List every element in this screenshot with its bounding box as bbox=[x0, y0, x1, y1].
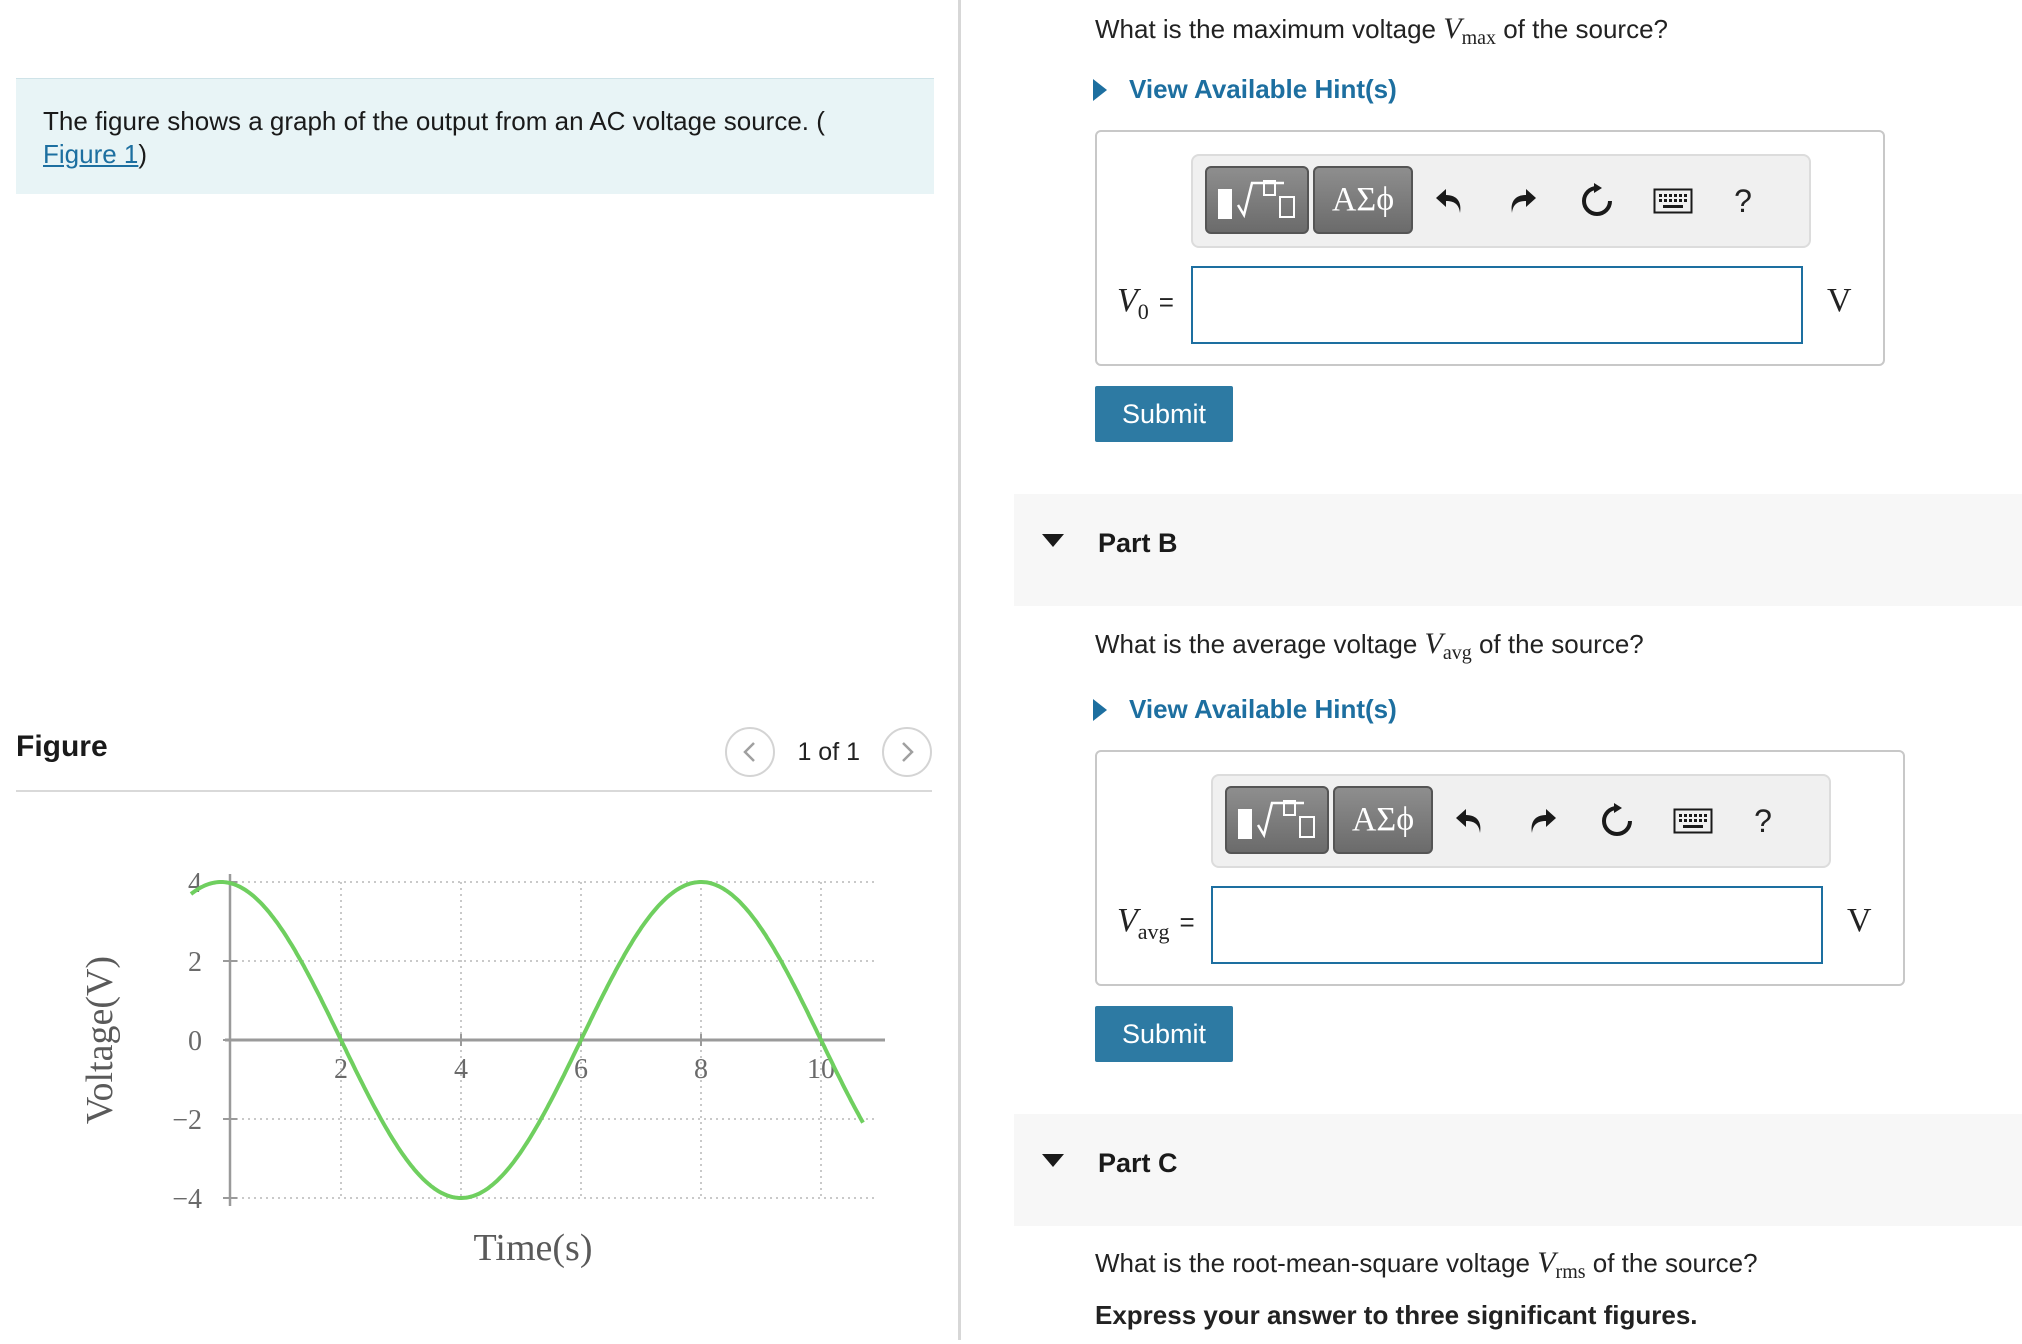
help-icon[interactable]: ? bbox=[1719, 176, 1767, 226]
collapse-caret-icon bbox=[1042, 534, 1064, 547]
left-panel: The figure shows a graph of the output f… bbox=[0, 0, 960, 1344]
partA-input-var: V bbox=[1117, 282, 1138, 319]
partC-var-sub: rms bbox=[1555, 1261, 1586, 1284]
y-tick-label: −2 bbox=[172, 1105, 202, 1136]
redo-icon[interactable] bbox=[1499, 176, 1547, 226]
partA-input-sub: 0 bbox=[1137, 298, 1149, 324]
partB-question-pre: What is the average voltage bbox=[1095, 629, 1425, 659]
x-tick-label: 8 bbox=[694, 1054, 708, 1085]
partB-header[interactable]: Part B bbox=[1014, 494, 2022, 606]
voltage-chart: 420−2−42 4 6 8 10Time(s)Voltage(V) bbox=[79, 868, 885, 1269]
partB-unit: V bbox=[1847, 902, 1872, 939]
expand-triangle-icon bbox=[1093, 78, 1107, 101]
templates-button[interactable] bbox=[1225, 786, 1329, 854]
figure-link[interactable]: Figure 1 bbox=[43, 139, 138, 169]
next-figure-button[interactable] bbox=[882, 727, 932, 777]
figure-header: Figure 1 of 1 bbox=[16, 726, 932, 792]
pager-text: 1 of 1 bbox=[797, 737, 860, 766]
figure-pager: 1 of 1 bbox=[725, 726, 932, 778]
partC-note: Express your answer to three significant… bbox=[1095, 1300, 1698, 1330]
y-tick-label: 2 bbox=[188, 947, 202, 978]
partA-var-sub: max bbox=[1461, 27, 1496, 50]
y-tick-label: 4 bbox=[188, 868, 202, 899]
partB-hint-link[interactable]: View Available Hint(s) bbox=[1093, 694, 1397, 725]
partB-question: What is the average voltage Vavg of the … bbox=[1095, 627, 1644, 665]
partA-eq: = bbox=[1158, 287, 1174, 317]
partA-question-post: of the source? bbox=[1496, 14, 1668, 44]
x-tick-label: 6 bbox=[574, 1054, 588, 1085]
partB-answer-box: ΑΣϕ ? Vavg = V bbox=[1095, 750, 1905, 986]
partB-eq: = bbox=[1179, 907, 1195, 937]
undo-icon[interactable] bbox=[1445, 796, 1493, 846]
partA-input-label: V0 = bbox=[1117, 282, 1174, 325]
partB-submit-button[interactable]: Submit bbox=[1095, 1006, 1233, 1062]
partB-label: Part B bbox=[1098, 528, 1178, 558]
redo-icon[interactable] bbox=[1519, 796, 1567, 846]
partB-input-label: Vavg = bbox=[1117, 902, 1195, 945]
partB-var-sub: avg bbox=[1442, 642, 1472, 665]
x-tick-label: 2 bbox=[334, 1054, 348, 1085]
keyboard-icon[interactable] bbox=[1669, 796, 1717, 846]
partA-answer-input[interactable] bbox=[1191, 266, 1803, 344]
templates-icon bbox=[1238, 800, 1315, 839]
partA-math-toolbar: ΑΣϕ ? bbox=[1191, 154, 1811, 248]
symbols-button[interactable]: ΑΣϕ bbox=[1313, 166, 1413, 234]
partC-question: What is the root-mean-square voltage Vrm… bbox=[1095, 1246, 1758, 1284]
templates-icon bbox=[1218, 180, 1295, 219]
partA-answer-box: ΑΣϕ ? V0 = V bbox=[1095, 130, 1885, 366]
intro-text: The figure shows a graph of the output f… bbox=[43, 106, 825, 136]
chevron-left-icon bbox=[743, 742, 756, 762]
partA-var: V bbox=[1443, 12, 1462, 45]
column-divider bbox=[958, 0, 961, 1340]
keyboard-icon[interactable] bbox=[1649, 176, 1697, 226]
partC-question-post: of the source? bbox=[1585, 1248, 1758, 1278]
x-axis-label: Time(s) bbox=[474, 1227, 593, 1269]
help-icon[interactable]: ? bbox=[1739, 796, 1787, 846]
partA-unit: V bbox=[1827, 282, 1852, 319]
templates-button[interactable] bbox=[1205, 166, 1309, 234]
partA-submit-button[interactable]: Submit bbox=[1095, 386, 1233, 442]
y-axis-label: Voltage(V) bbox=[79, 956, 121, 1124]
chevron-right-icon bbox=[902, 742, 914, 762]
partC-question-pre: What is the root-mean-square voltage bbox=[1095, 1248, 1538, 1278]
symbols-button[interactable]: ΑΣϕ bbox=[1333, 786, 1433, 854]
collapse-caret-icon bbox=[1042, 1154, 1064, 1167]
x-tick-label: 4 bbox=[454, 1054, 468, 1085]
intro-close: ) bbox=[138, 139, 148, 169]
expand-triangle-icon bbox=[1093, 698, 1107, 721]
partC-var: V bbox=[1537, 1246, 1556, 1279]
partB-math-toolbar: ΑΣϕ ? bbox=[1211, 774, 1831, 868]
partA-question: What is the maximum voltage Vmax of the … bbox=[1095, 12, 1668, 50]
partA-hint-link[interactable]: View Available Hint(s) bbox=[1093, 74, 1397, 105]
reset-icon[interactable] bbox=[1593, 796, 1641, 846]
y-tick-label: −4 bbox=[172, 1184, 202, 1215]
partB-input-var: V bbox=[1117, 902, 1138, 939]
partA-question-pre: What is the maximum voltage bbox=[1095, 14, 1444, 44]
prev-figure-button[interactable] bbox=[725, 727, 776, 777]
undo-icon[interactable] bbox=[1425, 176, 1473, 226]
y-tick-label: 0 bbox=[188, 1026, 202, 1057]
partA-hint-label: View Available Hint(s) bbox=[1129, 74, 1397, 104]
partB-hint-label: View Available Hint(s) bbox=[1129, 694, 1397, 724]
intro-box: The figure shows a graph of the output f… bbox=[16, 78, 934, 194]
partC-label: Part C bbox=[1098, 1148, 1178, 1178]
partB-answer-input[interactable] bbox=[1211, 886, 1823, 964]
figure-title: Figure bbox=[16, 730, 108, 763]
partB-var: V bbox=[1424, 627, 1443, 660]
reset-icon[interactable] bbox=[1573, 176, 1621, 226]
partB-question-post: of the source? bbox=[1471, 629, 1644, 659]
partC-header[interactable]: Part C bbox=[1014, 1114, 2022, 1226]
partB-input-sub: avg bbox=[1137, 918, 1170, 944]
